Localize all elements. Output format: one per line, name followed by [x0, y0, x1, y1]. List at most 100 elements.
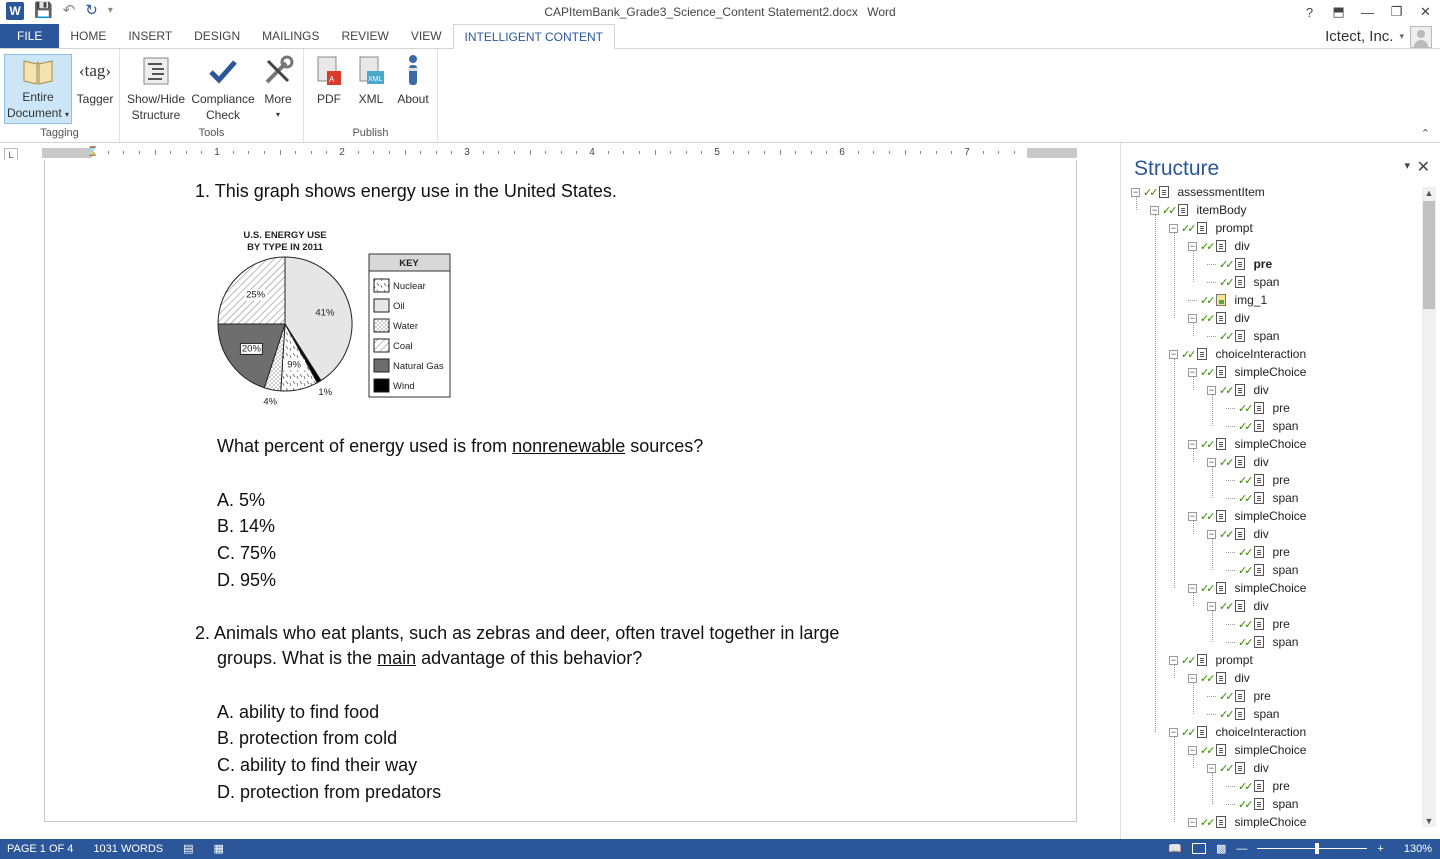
collapse-node-icon[interactable]: −	[1188, 439, 1197, 449]
document-area[interactable]: 1. This graph shows energy use in the Un…	[0, 160, 1120, 840]
question-1-option-b[interactable]: B. 14%	[217, 514, 275, 539]
undo-icon[interactable]: ↶	[63, 2, 76, 20]
tree-node[interactable]: − ✓✓ div	[1207, 597, 1269, 615]
tab-home[interactable]: HOME	[59, 24, 117, 49]
macro-icon[interactable]: ▦	[214, 842, 224, 855]
redo-icon[interactable]: ↻	[85, 2, 98, 20]
tree-node[interactable]: ✓✓ img_1	[1188, 291, 1267, 309]
avatar[interactable]	[1410, 25, 1432, 48]
tree-node[interactable]: ✓✓ span	[1226, 795, 1298, 813]
tree-node[interactable]: ✓✓ pre	[1226, 399, 1290, 417]
collapse-node-icon[interactable]: −	[1207, 529, 1216, 539]
tree-node[interactable]: − ✓✓ assessmentItem	[1131, 183, 1265, 201]
pane-options-icon[interactable]: ▾	[1404, 159, 1410, 172]
tree-node[interactable]: − ✓✓ simpleChoice	[1188, 741, 1306, 759]
pdf-button[interactable]: A PDF	[310, 53, 348, 107]
tree-node[interactable]: − ✓✓ div	[1188, 309, 1250, 327]
tree-node[interactable]: ✓✓ span	[1207, 273, 1279, 291]
more-button[interactable]: More ▾	[258, 53, 298, 123]
question-1-option-d[interactable]: D. 95%	[217, 568, 276, 593]
minimize-button[interactable]: —	[1353, 0, 1382, 24]
tree-node[interactable]: − ✓✓ div	[1207, 453, 1269, 471]
tree-node[interactable]: ✓✓ span	[1226, 633, 1298, 651]
collapse-node-icon[interactable]: −	[1207, 385, 1216, 395]
question-2-option-d[interactable]: D. protection from predators	[217, 780, 441, 805]
tree-node[interactable]: − ✓✓ simpleChoice	[1188, 507, 1306, 525]
tagger-button[interactable]: ‹tag› Tagger	[76, 53, 114, 107]
collapse-node-icon[interactable]: −	[1188, 817, 1197, 827]
web-layout-icon[interactable]: ▩	[1216, 842, 1226, 855]
tab-insert[interactable]: INSERT	[117, 24, 183, 49]
tree-node[interactable]: ✓✓ pre	[1226, 777, 1290, 795]
tree-node[interactable]: ✓✓ span	[1226, 417, 1298, 435]
about-button[interactable]: About	[394, 53, 432, 107]
collapse-node-icon[interactable]: −	[1169, 727, 1178, 737]
tree-node[interactable]: ✓✓ pre	[1226, 615, 1290, 633]
word-logo-icon[interactable]: W	[6, 2, 24, 20]
scroll-down-icon[interactable]: ▼	[1422, 815, 1436, 827]
help-button[interactable]: ?	[1295, 0, 1324, 24]
structure-scrollbar[interactable]: ▲ ▼	[1422, 187, 1436, 827]
tab-view[interactable]: VIEW	[400, 24, 453, 49]
word-count[interactable]: 1031 WORDS	[93, 843, 163, 855]
tree-node[interactable]: − ✓✓ div	[1188, 237, 1250, 255]
question-2-option-c[interactable]: C. ability to find their way	[217, 753, 417, 778]
tree-node[interactable]: − ✓✓ div	[1207, 759, 1269, 777]
tree-node[interactable]: − ✓✓ div	[1207, 525, 1269, 543]
tab-file[interactable]: FILE	[0, 24, 60, 49]
collapse-node-icon[interactable]: −	[1188, 241, 1197, 251]
close-pane-icon[interactable]: ✕	[1417, 157, 1430, 177]
collapse-node-icon[interactable]: −	[1169, 655, 1178, 665]
tab-mailings[interactable]: MAILINGS	[251, 24, 330, 49]
collapse-node-icon[interactable]: −	[1207, 457, 1216, 467]
tree-node[interactable]: − ✓✓ div	[1207, 381, 1269, 399]
collapse-ribbon-icon[interactable]: ⌃	[1421, 127, 1430, 140]
page-count[interactable]: PAGE 1 OF 4	[7, 843, 73, 855]
tree-node[interactable]: ✓✓ pre	[1226, 543, 1290, 561]
collapse-node-icon[interactable]: −	[1131, 187, 1140, 197]
tab-design[interactable]: DESIGN	[183, 24, 251, 49]
tree-node[interactable]: − ✓✓ itemBody	[1150, 201, 1246, 219]
question-1-option-a[interactable]: A. 5%	[217, 488, 265, 513]
zoom-out-icon[interactable]: —	[1236, 843, 1247, 855]
customize-qat-icon[interactable]: ▾	[108, 2, 113, 20]
tree-node[interactable]: ✓✓ pre	[1207, 255, 1272, 273]
compliance-check-button[interactable]: Compliance Check	[190, 53, 256, 123]
ribbon-display-options-button[interactable]: ⬒	[1324, 0, 1353, 24]
show-hide-structure-button[interactable]: Show/Hide Structure	[124, 53, 188, 123]
collapse-node-icon[interactable]: −	[1188, 583, 1197, 593]
question-2-option-b[interactable]: B. protection from cold	[217, 726, 397, 751]
tree-node[interactable]: ✓✓ span	[1226, 489, 1298, 507]
horizontal-ruler[interactable]: ⌛ 1 2 3 4 5 6 7	[42, 146, 1077, 160]
scroll-up-icon[interactable]: ▲	[1422, 187, 1436, 199]
question-1-option-c[interactable]: C. 75%	[217, 541, 276, 566]
account-dropdown-icon[interactable]: ▾	[1399, 31, 1404, 42]
collapse-node-icon[interactable]: −	[1188, 367, 1197, 377]
proofing-icon[interactable]: ▤	[183, 842, 193, 855]
zoom-level[interactable]: 130%	[1404, 843, 1432, 855]
tree-node[interactable]: ✓✓ span	[1226, 561, 1298, 579]
collapse-node-icon[interactable]: −	[1207, 763, 1216, 773]
zoom-slider[interactable]	[1257, 843, 1368, 854]
account-area[interactable]: Ictect, Inc. ▾	[1325, 24, 1432, 49]
tree-node[interactable]: ✓✓ pre	[1207, 687, 1271, 705]
account-name[interactable]: Ictect, Inc.	[1325, 28, 1393, 45]
collapse-node-icon[interactable]: −	[1188, 313, 1197, 323]
print-layout-icon[interactable]	[1192, 843, 1207, 854]
tree-node[interactable]: − ✓✓ simpleChoice	[1188, 813, 1306, 828]
collapse-node-icon[interactable]: −	[1188, 673, 1197, 683]
question-2-option-a[interactable]: A. ability to find food	[217, 700, 379, 725]
collapse-node-icon[interactable]: −	[1150, 205, 1159, 215]
zoom-in-icon[interactable]: +	[1377, 843, 1383, 855]
tree-node[interactable]: − ✓✓ simpleChoice	[1188, 363, 1306, 381]
tree-node[interactable]: − ✓✓ choiceInteraction	[1169, 723, 1306, 741]
tree-node[interactable]: − ✓✓ simpleChoice	[1188, 435, 1306, 453]
tree-node[interactable]: ✓✓ span	[1207, 327, 1279, 345]
tree-node[interactable]: − ✓✓ prompt	[1169, 651, 1253, 669]
collapse-node-icon[interactable]: −	[1207, 601, 1216, 611]
document-page[interactable]: 1. This graph shows energy use in the Un…	[44, 160, 1077, 822]
tab-intelligent-content[interactable]: INTELLIGENT CONTENT	[452, 24, 615, 49]
collapse-node-icon[interactable]: −	[1188, 745, 1197, 755]
read-mode-icon[interactable]: 📖	[1168, 842, 1182, 855]
restore-button[interactable]: ❐	[1382, 0, 1411, 24]
